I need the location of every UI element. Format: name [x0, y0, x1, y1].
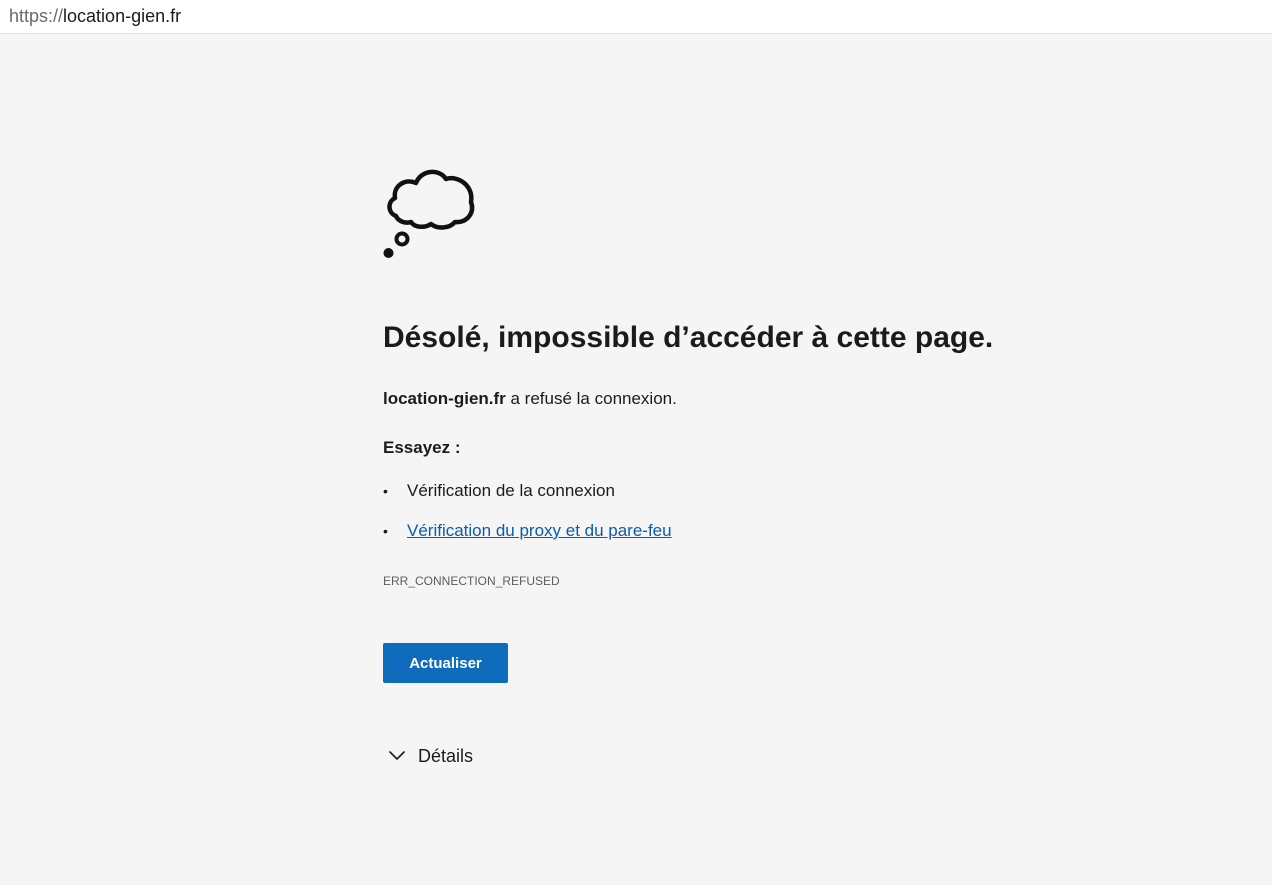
url-scheme: https://: [9, 6, 64, 26]
details-toggle[interactable]: Détails: [387, 744, 507, 770]
url-text[interactable]: https://location-gien.fr: [9, 5, 181, 27]
proxy-firewall-link[interactable]: Vérification du proxy et du pare-feu: [407, 520, 672, 542]
error-message-text: a refusé la connexion.: [505, 389, 677, 408]
url-host: location-gien.fr: [63, 6, 182, 26]
bullet-icon: •: [383, 483, 388, 499]
address-bar[interactable]: https://location-gien.fr: [0, 0, 1272, 34]
page-title: Désolé, impossible d’accéder à cette pag…: [383, 321, 994, 354]
details-label: Détails: [418, 746, 474, 766]
thought-cloud-icon: [383, 169, 475, 258]
error-message: location-gien.fr a refusé la connexion.: [383, 388, 677, 410]
error-domain: location-gien.fr: [383, 389, 506, 408]
try-heading: Essayez :: [383, 438, 461, 457]
refresh-button[interactable]: Actualiser: [383, 643, 508, 683]
chevron-down-icon: [389, 751, 405, 760]
bullet-icon: •: [383, 523, 388, 539]
suggestion-check-connection: Vérification de la connexion: [407, 481, 615, 500]
error-code: ERR_CONNECTION_REFUSED: [383, 574, 560, 588]
